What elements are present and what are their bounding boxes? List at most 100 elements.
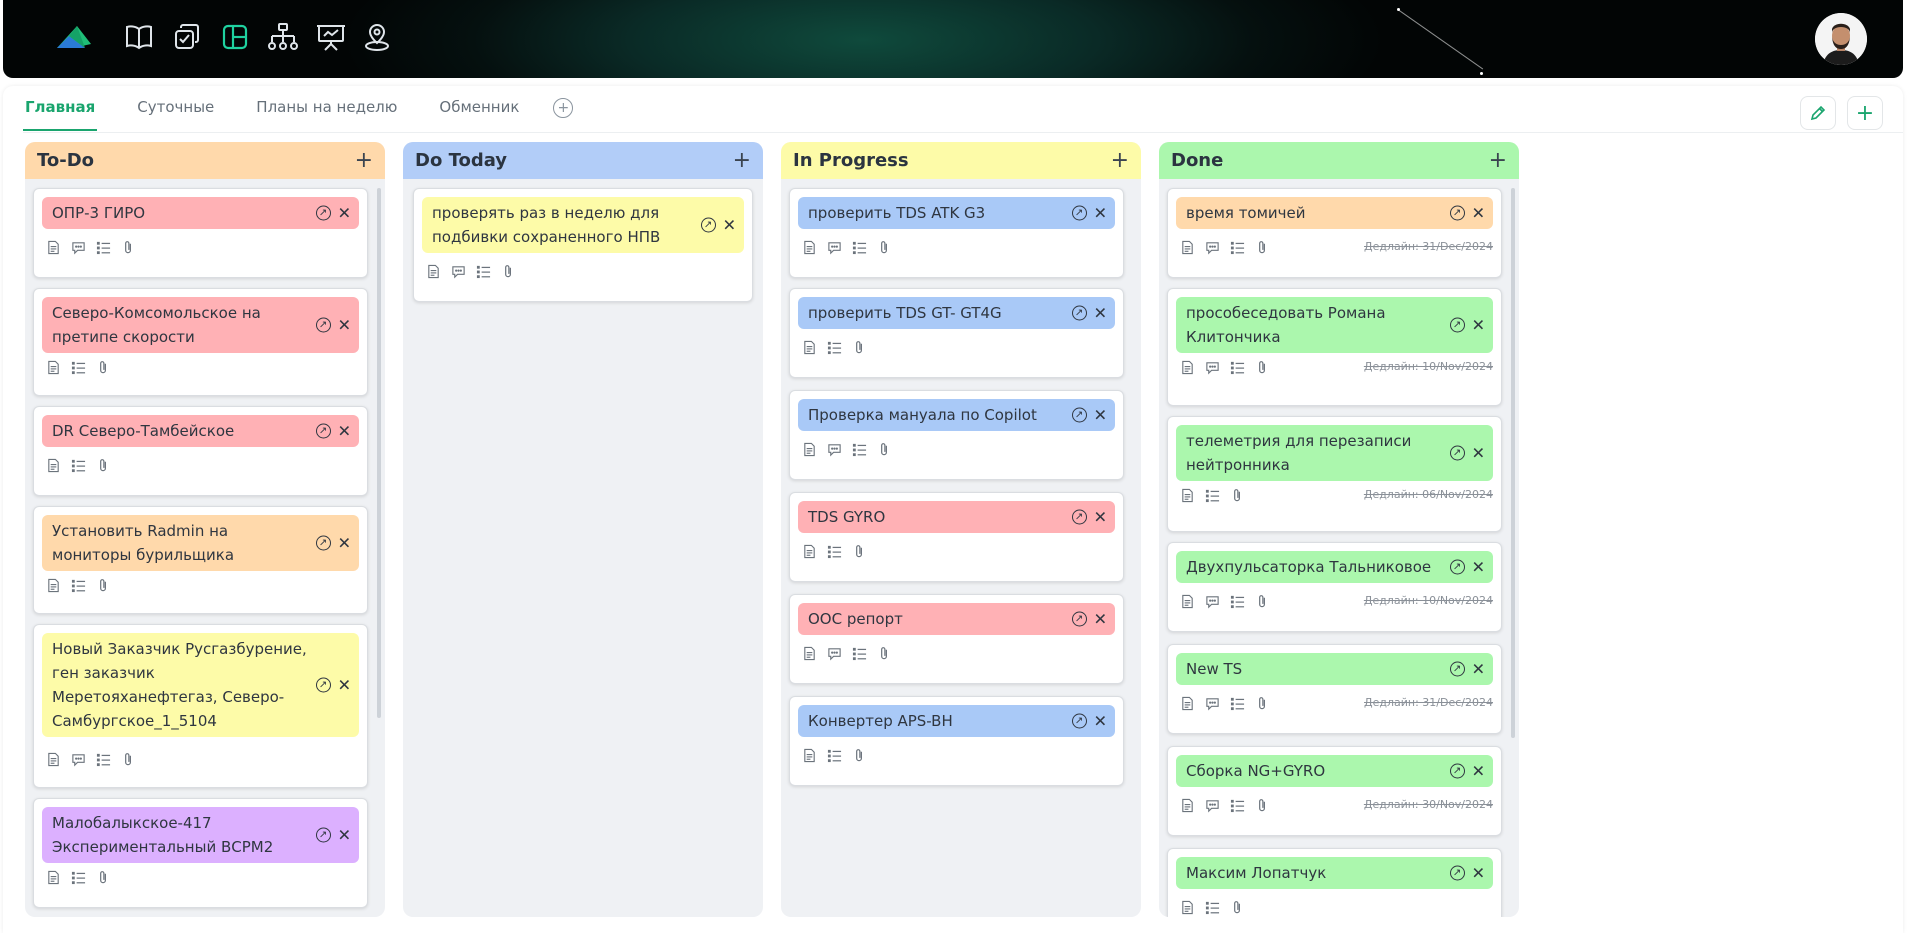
comment-icon[interactable]: [451, 264, 466, 279]
attachment-icon[interactable]: [501, 264, 516, 279]
checklist-icon[interactable]: [476, 264, 491, 279]
structure-icon[interactable]: [266, 20, 300, 54]
attachment-icon[interactable]: [877, 442, 892, 457]
close-icon[interactable]: ✕: [1472, 205, 1485, 221]
add-card-button[interactable]: +: [355, 148, 373, 173]
close-icon[interactable]: ✕: [338, 827, 351, 843]
close-icon[interactable]: ✕: [1094, 713, 1107, 729]
document-icon[interactable]: [802, 240, 817, 255]
close-icon[interactable]: ✕: [1472, 763, 1485, 779]
checklist-icon[interactable]: [852, 646, 867, 661]
checklist-icon[interactable]: [1205, 488, 1220, 503]
task-card[interactable]: телеметрия для перезаписи нейтронника ↗ ✕…: [1167, 416, 1502, 532]
document-icon[interactable]: [46, 752, 61, 767]
close-icon[interactable]: ✕: [338, 677, 351, 693]
document-icon[interactable]: [1180, 488, 1195, 503]
attachment-icon[interactable]: [1255, 240, 1270, 255]
add-card-button[interactable]: +: [1489, 148, 1507, 173]
task-card[interactable]: TDS GYRO ↗ ✕: [789, 492, 1124, 582]
attachment-icon[interactable]: [852, 544, 867, 559]
document-icon[interactable]: [802, 544, 817, 559]
close-icon[interactable]: ✕: [1472, 661, 1485, 677]
checklist-icon[interactable]: [852, 442, 867, 457]
close-icon[interactable]: ✕: [1094, 305, 1107, 321]
attachment-icon[interactable]: [96, 360, 111, 375]
column-scrollbar[interactable]: [1511, 188, 1515, 738]
task-card[interactable]: ОПР-3 ГИРО ↗ ✕: [33, 188, 368, 278]
open-card-icon[interactable]: ↗: [1071, 713, 1087, 729]
task-card[interactable]: проверять раз в неделю для подбивки сохр…: [413, 188, 753, 302]
task-card[interactable]: проверить TDS GT- GT4G ↗ ✕: [789, 288, 1124, 378]
open-card-icon[interactable]: ↗: [315, 535, 331, 551]
comment-icon[interactable]: [71, 240, 86, 255]
comment-icon[interactable]: [1205, 798, 1220, 813]
add-card-button[interactable]: +: [733, 148, 751, 173]
add-card-button[interactable]: +: [1111, 148, 1129, 173]
document-icon[interactable]: [1180, 594, 1195, 609]
comment-icon[interactable]: [1205, 594, 1220, 609]
open-card-icon[interactable]: ↗: [1449, 445, 1465, 461]
checklist-icon[interactable]: [1230, 798, 1245, 813]
checklist-icon[interactable]: [71, 870, 86, 885]
checklist-icon[interactable]: [1230, 696, 1245, 711]
task-card[interactable]: Малобалыкское-417 Экспериментальный ВСРМ…: [33, 798, 368, 908]
attachment-icon[interactable]: [877, 646, 892, 661]
open-card-icon[interactable]: ↗: [1071, 205, 1087, 221]
open-card-icon[interactable]: ↗: [700, 217, 716, 233]
close-icon[interactable]: ✕: [1094, 509, 1107, 525]
tab-main[interactable]: Главная: [23, 98, 98, 131]
comment-icon[interactable]: [1205, 240, 1220, 255]
task-card[interactable]: Проверка мануала по Copilot ↗ ✕: [789, 390, 1124, 480]
presentation-icon[interactable]: [314, 20, 348, 54]
close-icon[interactable]: ✕: [338, 317, 351, 333]
open-card-icon[interactable]: ↗: [1071, 611, 1087, 627]
close-icon[interactable]: ✕: [338, 205, 351, 221]
comment-icon[interactable]: [1205, 360, 1220, 375]
attachment-icon[interactable]: [121, 752, 136, 767]
close-icon[interactable]: ✕: [338, 423, 351, 439]
task-card[interactable]: Установить Radmin на мониторы бурильщика…: [33, 506, 368, 614]
checklist-icon[interactable]: [852, 240, 867, 255]
attachment-icon[interactable]: [1255, 798, 1270, 813]
task-card[interactable]: Северо-Комсомольское на претипе скорости…: [33, 288, 368, 396]
comment-icon[interactable]: [827, 646, 842, 661]
location-icon[interactable]: [360, 20, 394, 54]
close-icon[interactable]: ✕: [1472, 559, 1485, 575]
task-card[interactable]: прособеседовать Романа Клитончика ↗ ✕ Дед…: [1167, 288, 1502, 406]
document-icon[interactable]: [1180, 696, 1195, 711]
attachment-icon[interactable]: [96, 870, 111, 885]
attachment-icon[interactable]: [852, 340, 867, 355]
tasks-icon[interactable]: [170, 20, 204, 54]
open-card-icon[interactable]: ↗: [315, 677, 331, 693]
open-card-icon[interactable]: ↗: [1449, 865, 1465, 881]
close-icon[interactable]: ✕: [1472, 445, 1485, 461]
attachment-icon[interactable]: [1230, 488, 1245, 503]
checklist-icon[interactable]: [1205, 900, 1220, 915]
document-icon[interactable]: [1180, 798, 1195, 813]
edit-button[interactable]: [1800, 96, 1836, 130]
attachment-icon[interactable]: [1255, 594, 1270, 609]
checklist-icon[interactable]: [827, 748, 842, 763]
close-icon[interactable]: ✕: [1094, 205, 1107, 221]
document-icon[interactable]: [802, 748, 817, 763]
open-card-icon[interactable]: ↗: [315, 205, 331, 221]
add-button[interactable]: +: [1847, 96, 1883, 130]
checklist-icon[interactable]: [96, 752, 111, 767]
checklist-icon[interactable]: [71, 578, 86, 593]
close-icon[interactable]: ✕: [1094, 407, 1107, 423]
checklist-icon[interactable]: [1230, 360, 1245, 375]
open-card-icon[interactable]: ↗: [1449, 317, 1465, 333]
attachment-icon[interactable]: [1255, 696, 1270, 711]
close-icon[interactable]: ✕: [1094, 611, 1107, 627]
checklist-icon[interactable]: [71, 360, 86, 375]
attachment-icon[interactable]: [121, 240, 136, 255]
comment-icon[interactable]: [827, 240, 842, 255]
tab-exchange[interactable]: Обменник: [437, 98, 521, 128]
open-card-icon[interactable]: ↗: [1071, 407, 1087, 423]
open-card-icon[interactable]: ↗: [1071, 305, 1087, 321]
task-card[interactable]: New TS ↗ ✕ Дедлайн: 31/Dec/2024: [1167, 644, 1502, 734]
attachment-icon[interactable]: [96, 458, 111, 473]
document-icon[interactable]: [1180, 900, 1195, 915]
checklist-icon[interactable]: [96, 240, 111, 255]
task-card[interactable]: проверить TDS ATK G3 ↗ ✕: [789, 188, 1124, 278]
